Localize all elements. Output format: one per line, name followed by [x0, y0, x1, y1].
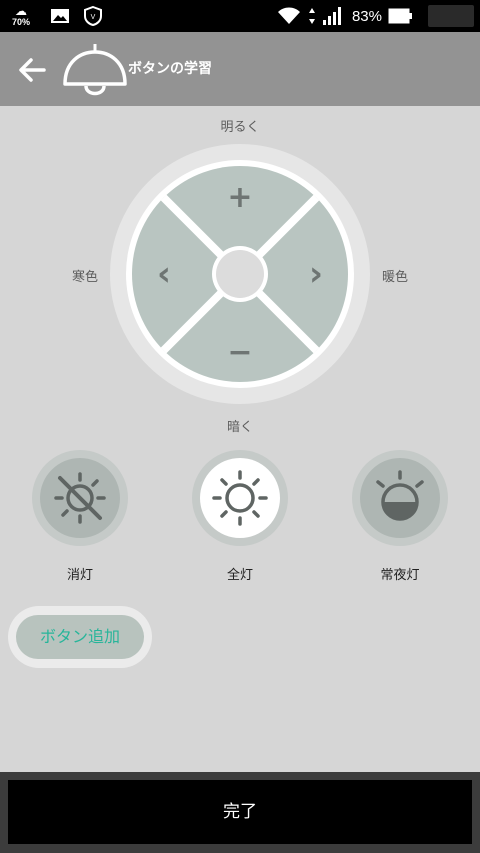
ceiling-lamp-icon — [63, 44, 127, 96]
light-off-icon — [54, 472, 106, 524]
weather-icon: ☁ — [15, 4, 27, 18]
darker-label: 暗く — [226, 420, 253, 435]
preset-light-off-button[interactable] — [32, 450, 128, 546]
chevron-left-icon: ‹ — [157, 254, 171, 294]
warm-color-label: 暖色 — [382, 270, 409, 285]
page-title: ボタンの学習 — [128, 61, 212, 77]
gallery-icon — [51, 9, 69, 23]
preset-night-light-button[interactable] — [352, 450, 448, 546]
battery-icon — [388, 8, 412, 24]
preset-light-off-label: 消灯 — [66, 568, 93, 583]
minus-icon: − — [227, 335, 252, 370]
status-bar: ☁ 70% V 83% — [0, 0, 480, 32]
dpad-center-button[interactable] — [216, 250, 264, 298]
signal-icon — [322, 7, 341, 25]
back-arrow-icon[interactable] — [16, 54, 48, 86]
sun-icon — [212, 470, 268, 526]
data-transfer-icon — [308, 8, 315, 24]
night-light-icon — [376, 470, 424, 521]
status-bar-left: ☁ 70% V — [12, 4, 102, 28]
shield-icon: V — [84, 6, 102, 26]
preset-night-light-label: 常夜灯 — [380, 568, 420, 583]
app-header: ボタンの学習 — [0, 32, 480, 106]
battery-percent: 83% — [351, 7, 382, 25]
add-button[interactable]: ボタン追加 — [8, 606, 152, 668]
preset-full-light-button[interactable] — [192, 450, 288, 546]
preset-full-light-label: 全灯 — [226, 568, 253, 583]
plus-icon: + — [227, 180, 252, 215]
redacted-area — [428, 5, 474, 27]
cool-color-label: 寒色 — [72, 270, 99, 285]
add-button-label: ボタン追加 — [16, 615, 144, 659]
weather-percent: 70% — [12, 17, 31, 27]
svg-text:V: V — [91, 14, 96, 21]
brighter-label: 明るく — [220, 120, 260, 135]
weather-indicator: ☁ 70% — [12, 3, 36, 29]
done-button[interactable]: 完了 — [8, 780, 472, 844]
wifi-icon — [277, 7, 300, 24]
direction-pad: + − ‹ › — [110, 144, 370, 404]
chevron-right-icon: › — [309, 254, 323, 294]
status-bar-right: 83% — [276, 0, 474, 32]
